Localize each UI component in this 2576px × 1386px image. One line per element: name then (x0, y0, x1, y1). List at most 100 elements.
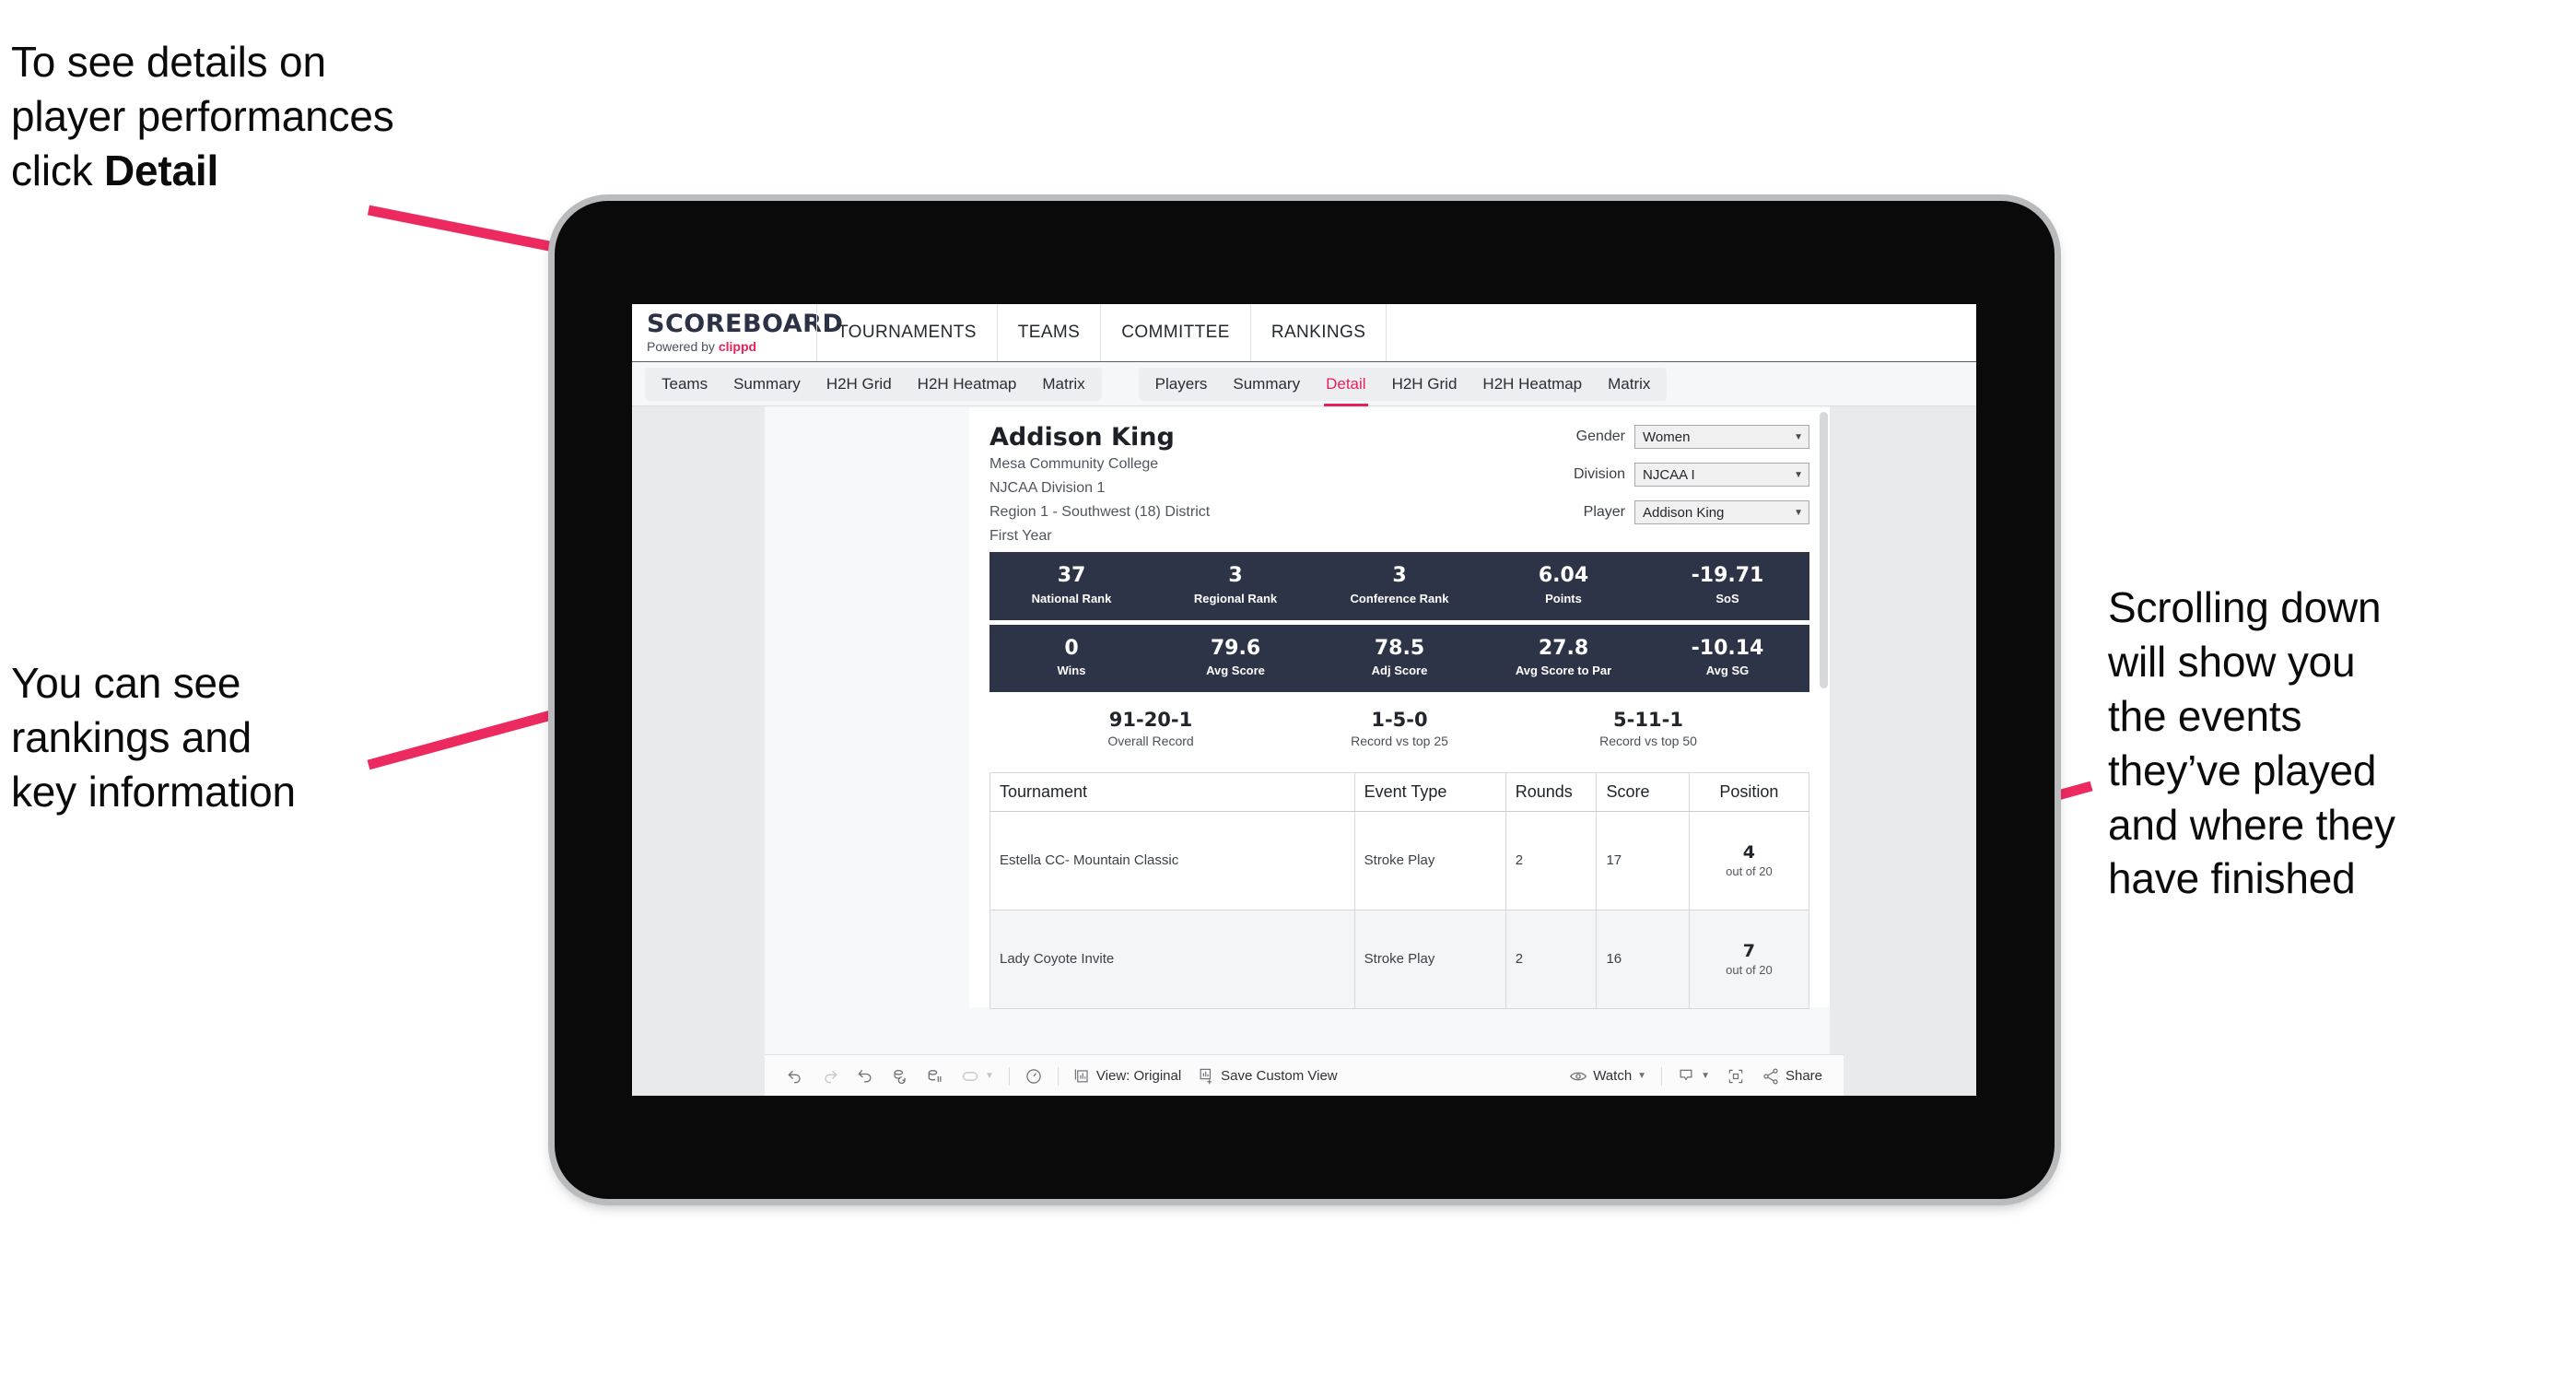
record-label: Record vs top 50 (1599, 733, 1697, 748)
filter-division-select[interactable]: NJCAA I ▼ (1634, 463, 1809, 487)
undo-button[interactable] (778, 1055, 813, 1096)
brand-logo[interactable]: SCOREBOARD Powered by clippd (632, 304, 843, 361)
subtab-players-h2h-heatmap[interactable]: H2H Heatmap (1469, 368, 1595, 401)
stat-conference-rank: 3 Conference Rank (1317, 565, 1481, 605)
column-header-event-type[interactable]: Event Type (1354, 772, 1506, 812)
refresh-data-icon (891, 1067, 909, 1086)
pause-button[interactable]: ▼ (953, 1055, 1002, 1096)
column-header-tournament[interactable]: Tournament (989, 772, 1355, 812)
nav-committee[interactable]: COMMITTEE (1101, 304, 1251, 361)
column-header-score[interactable]: Score (1596, 772, 1690, 812)
annotation-line: will show you (2108, 637, 2356, 686)
subtab-teams-h2h-heatmap[interactable]: H2H Heatmap (905, 368, 1030, 401)
record-label: Overall Record (1107, 733, 1194, 748)
clock-icon (1025, 1067, 1043, 1086)
subtab-players-detail[interactable]: Detail (1313, 368, 1378, 406)
cell-score: 17 (1596, 811, 1690, 910)
stat-national-rank: 37 National Rank (989, 565, 1153, 605)
stats-band-scoring: 0 Wins 79.6 Avg Score 78.5 Adj Score 27.… (989, 624, 1809, 692)
stat-value: 6.04 (1538, 564, 1589, 588)
view-original-label: View: Original (1095, 1068, 1182, 1084)
save-custom-view-icon (1198, 1067, 1215, 1085)
nav-rankings[interactable]: RANKINGS (1251, 304, 1388, 361)
player-header-row: Addison King Mesa Community College NJCA… (989, 424, 1809, 546)
stat-value: 79.6 (1210, 636, 1261, 660)
position-out-of: out of 20 (1726, 863, 1773, 878)
position-out-of: out of 20 (1726, 962, 1773, 977)
chevron-down-icon: ▼ (1794, 431, 1803, 442)
chevron-down-icon: ▼ (1794, 507, 1803, 518)
share-button[interactable]: Share (1753, 1055, 1831, 1096)
player-detail-card: Addison King Mesa Community College NJCA… (969, 408, 1830, 1009)
column-header-position[interactable]: Position (1689, 772, 1809, 812)
subnav-players-group: Players Summary Detail H2H Grid H2H Heat… (1138, 367, 1668, 406)
stat-value: 3 (1228, 564, 1243, 588)
subtab-teams-matrix[interactable]: Matrix (1029, 368, 1097, 401)
cell-tournament: Estella CC- Mountain Classic (989, 811, 1355, 910)
annotation-line: the events (2108, 691, 2302, 740)
tournament-results-table: Tournament Event Type Rounds Score Posit… (989, 771, 1809, 1009)
filter-gender-value: Women (1643, 429, 1691, 445)
pause-data-icon (926, 1067, 944, 1086)
refresh-button[interactable] (883, 1055, 918, 1096)
cell-tournament: Lady Coyote Invite (989, 910, 1355, 1009)
save-custom-view-button[interactable]: Save Custom View (1189, 1055, 1345, 1096)
player-school: Mesa Community College (989, 456, 1159, 473)
dashboard-toolbar: ▼ View: Original Save Custom View Watch … (765, 1054, 1844, 1096)
table-row[interactable]: Lady Coyote Invite Stroke Play 2 16 7 ou… (989, 910, 1809, 1009)
filter-player-select[interactable]: Addison King ▼ (1634, 500, 1809, 524)
table-header-row: Tournament Event Type Rounds Score Posit… (989, 772, 1809, 812)
device-preview-button[interactable] (1016, 1055, 1051, 1096)
filter-division-value: NJCAA I (1643, 466, 1695, 483)
view-original-button[interactable]: View: Original (1065, 1055, 1189, 1096)
download-button[interactable]: ▼ (1669, 1055, 1718, 1096)
stat-wins: 0 Wins (989, 637, 1153, 677)
stat-label: Wins (1057, 663, 1086, 677)
subtab-players-h2h-grid[interactable]: H2H Grid (1379, 368, 1470, 401)
cell-event-type: Stroke Play (1354, 811, 1506, 910)
subtab-teams[interactable]: Teams (649, 368, 720, 401)
pause-autoupdate-button[interactable] (918, 1055, 953, 1096)
nav-teams[interactable]: TEAMS (998, 304, 1102, 361)
chevron-down-icon: ▼ (985, 1071, 994, 1081)
stat-label: Avg Score (1206, 663, 1265, 677)
stat-avg-sg: -10.14 Avg SG (1645, 637, 1809, 677)
subtab-players-summary[interactable]: Summary (1220, 368, 1313, 401)
record-overall: 91-20-1 Overall Record (1026, 709, 1275, 748)
loop-icon (961, 1070, 979, 1083)
share-icon (1762, 1067, 1780, 1086)
cell-position: 4 out of 20 (1689, 811, 1809, 910)
chevron-down-icon: ▼ (1701, 1071, 1710, 1081)
filter-player-label: Player (1583, 504, 1625, 520)
nav-tournaments[interactable]: TOURNAMENTS (816, 304, 998, 361)
stats-band-rankings: 37 National Rank 3 Regional Rank 3 Confe… (989, 552, 1809, 620)
redo-button[interactable] (813, 1055, 848, 1096)
stat-label: SoS (1715, 591, 1739, 605)
player-division: NJCAA Division 1 (989, 480, 1106, 497)
player-identity: Addison King Mesa Community College NJCA… (989, 424, 1210, 546)
record-value: 1-5-0 (1371, 708, 1428, 731)
stat-value: 78.5 (1374, 636, 1425, 660)
save-custom-view-label: Save Custom View (1221, 1068, 1338, 1084)
watch-button[interactable]: Watch ▼ (1561, 1055, 1655, 1096)
stat-avg-score: 79.6 Avg Score (1153, 636, 1317, 677)
fullscreen-icon (1727, 1067, 1745, 1086)
subtab-teams-h2h-grid[interactable]: H2H Grid (814, 368, 905, 401)
eye-icon (1569, 1069, 1587, 1084)
column-header-rounds[interactable]: Rounds (1505, 772, 1598, 812)
stat-label: National Rank (1031, 591, 1112, 605)
vertical-scrollbar[interactable] (1820, 412, 1828, 688)
annotation-scroll-info: Scrolling down will show you the events … (2108, 581, 2569, 906)
fullscreen-button[interactable] (1718, 1055, 1753, 1096)
table-row[interactable]: Estella CC- Mountain Classic Stroke Play… (989, 811, 1809, 910)
chevron-down-icon: ▼ (1637, 1071, 1647, 1081)
cell-event-type: Stroke Play (1354, 910, 1506, 1009)
subtab-players-matrix[interactable]: Matrix (1595, 368, 1663, 401)
subtab-players[interactable]: Players (1142, 368, 1221, 401)
toolbar-divider (1057, 1066, 1059, 1086)
subtab-teams-summary[interactable]: Summary (720, 368, 814, 401)
revert-button[interactable] (848, 1055, 883, 1096)
annotation-line: key information (11, 767, 296, 816)
filter-gender-select[interactable]: Women ▼ (1634, 425, 1809, 449)
sub-navigation: Teams Summary H2H Grid H2H Heatmap Matri… (632, 362, 1976, 406)
